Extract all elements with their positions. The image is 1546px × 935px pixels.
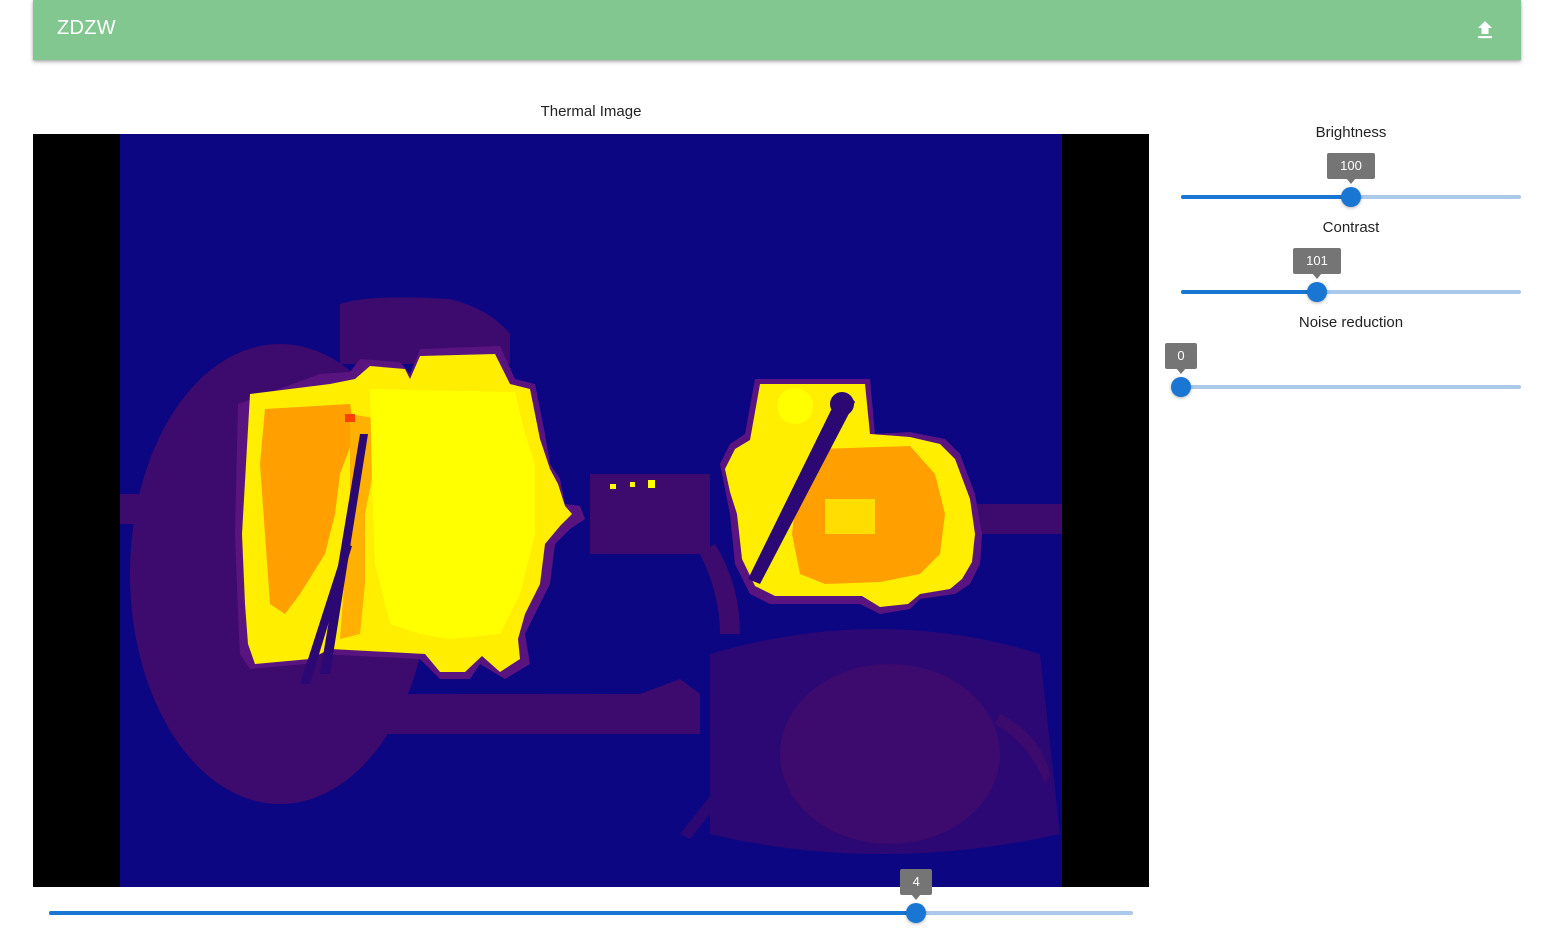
contrast-slider-track xyxy=(1181,290,1317,294)
frame-slider[interactable]: 4 xyxy=(49,869,1133,925)
contrast-slider-thumb[interactable] xyxy=(1307,282,1327,302)
brightness-slider-thumb[interactable] xyxy=(1341,187,1361,207)
noise-reduction-value: 0 xyxy=(1165,343,1197,374)
app-title: ZDZW xyxy=(57,17,116,39)
noise-reduction-slider-rail[interactable] xyxy=(1181,385,1521,389)
brightness-slider-track xyxy=(1181,195,1351,199)
upload-button[interactable] xyxy=(1469,14,1501,46)
contrast-value: 101 xyxy=(1293,248,1341,279)
image-title: Thermal Image xyxy=(540,103,642,120)
thermal-image-graphic xyxy=(120,134,1062,887)
contrast-label: Contrast xyxy=(1322,219,1380,236)
contrast-slider[interactable]: 101 xyxy=(1181,248,1521,304)
frame-slider-value: 4 xyxy=(900,869,933,900)
noise-reduction-label: Noise reduction xyxy=(1298,314,1404,331)
thermal-image-frame xyxy=(33,134,1149,887)
upload-icon xyxy=(1478,21,1492,39)
frame-slider-thumb[interactable] xyxy=(906,903,927,923)
thermal-image xyxy=(120,134,1062,887)
noise-reduction-slider[interactable]: 0 xyxy=(1165,343,1521,399)
app-bar: ZDZW xyxy=(33,0,1521,60)
brightness-slider[interactable]: 100 xyxy=(1181,153,1521,209)
brightness-value: 100 xyxy=(1327,153,1375,184)
brightness-label: Brightness xyxy=(1315,124,1387,141)
noise-reduction-slider-thumb[interactable] xyxy=(1171,377,1191,397)
frame-slider-track xyxy=(49,911,917,915)
